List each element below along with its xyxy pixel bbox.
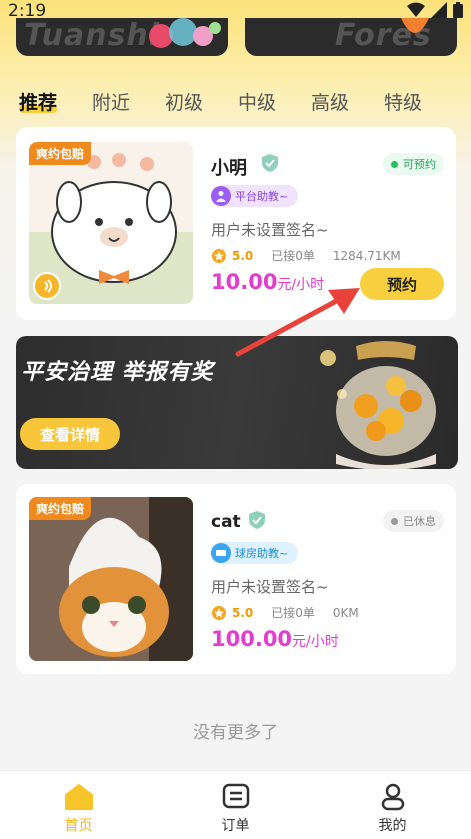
price-amount: 10.00 — [211, 270, 278, 294]
coach-stats: 5.0 已接0单 0KM — [211, 604, 359, 621]
status-icons — [407, 2, 463, 18]
orders-count: 已接0单 — [271, 606, 315, 620]
promo-tag: 爽约包赔 — [29, 497, 92, 520]
battery-icon — [453, 2, 463, 18]
no-more-text: 没有更多了 — [193, 723, 278, 743]
availability-status: 可预约 — [383, 153, 444, 175]
coach-photo[interactable]: 爽约包赔 — [29, 497, 193, 661]
coach-card[interactable]: 爽约包赔 cat 已休息 球房助教~ 用户未设置签名~ 5.0 已接0单 0KM… — [16, 484, 456, 674]
star-badge-icon — [212, 248, 226, 263]
star-badge-icon — [212, 605, 226, 620]
signature: 用户未设置签名~ — [211, 578, 329, 596]
coach-card[interactable]: 爽约包赔 小明 可预约 平台助教~ 用户未设置签名~ 5.0 已接0单 1284… — [16, 127, 456, 320]
voice-play-button[interactable] — [33, 272, 61, 300]
table-icon — [211, 543, 231, 563]
status-dot — [391, 517, 398, 525]
bottom-nav: 首页 订单 我的 — [0, 770, 471, 839]
tab-nearby[interactable]: 附近 — [92, 88, 165, 115]
orders-count: 已接0单 — [271, 249, 315, 263]
status-label: 已休息 — [403, 515, 436, 528]
distance: 1284.71KM — [332, 248, 401, 263]
availability-status: 已休息 — [383, 510, 444, 532]
top-banner-right[interactable]: Fores — [245, 18, 457, 56]
tab-recommended[interactable]: 推荐 — [19, 88, 92, 115]
role-badge: 平台助教~ — [211, 185, 299, 207]
sound-wave-icon — [44, 279, 52, 293]
verified-shield-icon — [249, 511, 265, 529]
home-icon — [64, 784, 93, 810]
tab-intermediate[interactable]: 中级 — [238, 88, 311, 115]
banner-ghost-text: Tuanshi — [24, 18, 161, 53]
price-unit: 元/小时 — [277, 277, 325, 293]
tab-expert[interactable]: 特级 — [384, 88, 457, 115]
person-icon — [211, 186, 231, 206]
category-tabs: 推荐 附近 初级 中级 高级 特级 — [19, 88, 457, 115]
nav-orders[interactable]: 订单 — [157, 771, 314, 839]
order-icon — [222, 783, 249, 809]
price-amount: 100.00 — [211, 627, 293, 651]
coach-photo[interactable]: 爽约包赔 — [29, 142, 193, 304]
signal-icon — [431, 2, 447, 18]
coach-name: cat — [211, 512, 241, 532]
balls-image — [149, 18, 221, 48]
tab-advanced[interactable]: 高级 — [311, 88, 384, 115]
distance: 0KM — [332, 605, 359, 620]
wifi-icon — [407, 2, 425, 17]
nav-home[interactable]: 首页 — [0, 771, 157, 839]
nav-orders-label: 订单 — [221, 818, 250, 834]
top-banner-left[interactable]: Tuanshi — [16, 18, 228, 56]
rating-value: 5.0 — [232, 605, 254, 620]
status-label: 可预约 — [403, 158, 436, 171]
book-button[interactable]: 预约 — [360, 268, 444, 300]
rating-value: 5.0 — [232, 248, 254, 263]
promo-banner-title: 平安治理 举报有奖 — [21, 360, 214, 385]
nav-profile[interactable]: 我的 — [314, 771, 471, 839]
promo-banner[interactable]: 平安治理 举报有奖 查看详情 — [16, 336, 458, 469]
price: 100.00元/小时 — [211, 627, 339, 651]
role-badge-label: 球房助教~ — [235, 547, 289, 560]
cat-photo-illustration — [29, 497, 193, 661]
tab-beginner[interactable]: 初级 — [165, 88, 238, 115]
heart-image — [401, 18, 429, 33]
price: 10.00元/小时 — [211, 270, 324, 294]
profile-icon — [381, 783, 404, 811]
role-badge-label: 平台助教~ — [235, 190, 289, 203]
money-jar-illustration — [320, 341, 436, 469]
nav-profile-label: 我的 — [378, 818, 407, 834]
coach-name: 小明 — [211, 158, 247, 179]
signature: 用户未设置签名~ — [211, 221, 329, 239]
coach-stats: 5.0 已接0单 1284.71KM — [211, 247, 401, 264]
role-badge: 球房助教~ — [211, 542, 299, 564]
promo-tag: 爽约包赔 — [29, 142, 92, 165]
verified-shield-icon — [262, 154, 278, 172]
view-details-button[interactable]: 查看详情 — [20, 418, 120, 450]
status-dot — [391, 160, 398, 168]
price-unit: 元/小时 — [292, 634, 339, 650]
nav-home-label: 首页 — [64, 818, 93, 834]
